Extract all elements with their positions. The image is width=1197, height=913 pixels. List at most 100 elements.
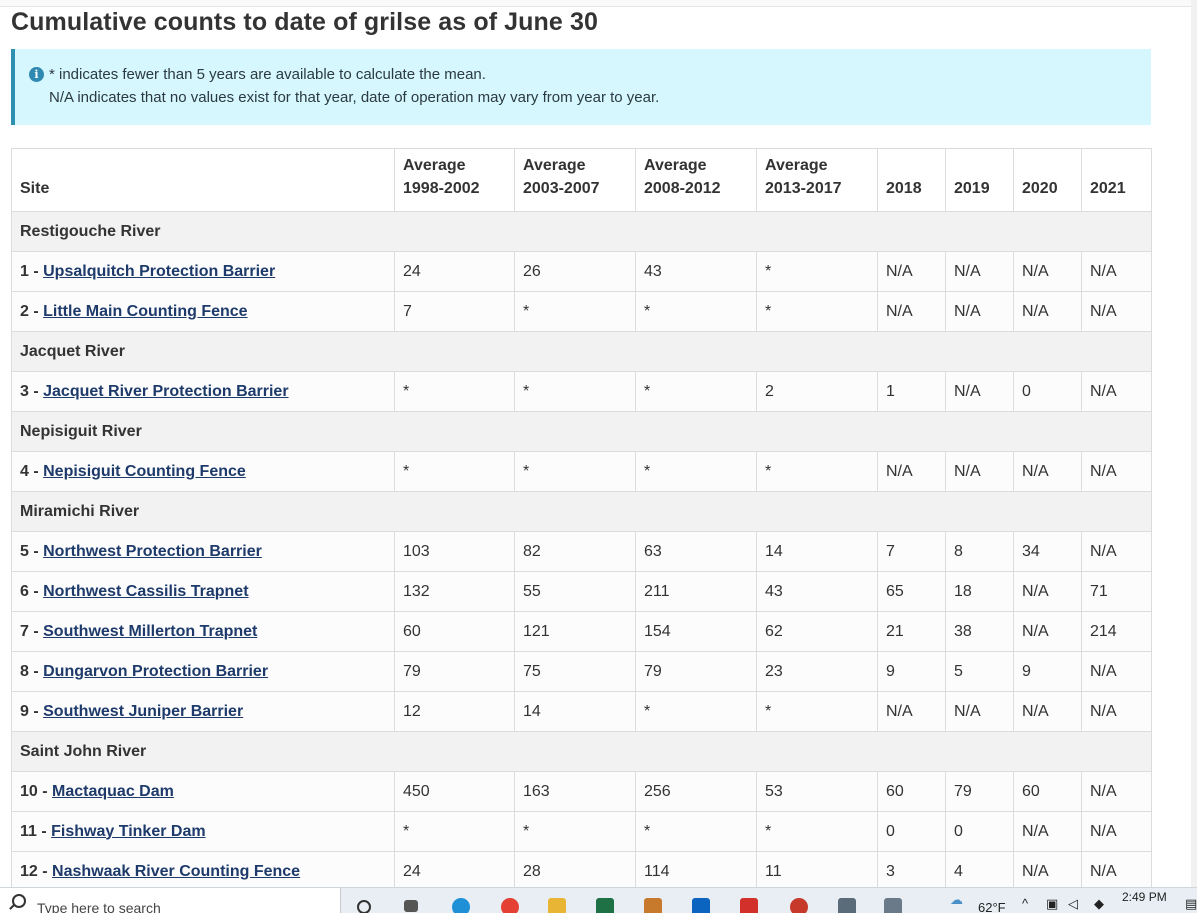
river-group-row: Miramichi River bbox=[11, 491, 1152, 532]
value-cell: N/A bbox=[1081, 451, 1152, 492]
site-cell: 6 - Northwest Cassilis Trapnet bbox=[11, 571, 395, 612]
value-cell: N/A bbox=[1013, 691, 1082, 732]
site-number: 12 - bbox=[20, 862, 53, 880]
value-cell: * bbox=[756, 251, 878, 292]
site-link[interactable]: Northwest Protection Barrier bbox=[43, 543, 262, 560]
notifications-icon[interactable]: ▤ bbox=[1185, 896, 1197, 912]
column-header: Average 2003-2007 bbox=[514, 148, 636, 212]
value-cell: 75 bbox=[514, 651, 636, 692]
value-cell: 214 bbox=[1081, 611, 1152, 652]
value-cell: * bbox=[635, 451, 757, 492]
notice-line-2: N/A indicates that no values exist for t… bbox=[49, 89, 660, 106]
value-cell: 55 bbox=[514, 571, 636, 612]
column-header-line-2: 2013-2017 bbox=[765, 180, 842, 197]
value-cell: * bbox=[394, 811, 515, 852]
taskbar-clock[interactable]: 2:49 PM bbox=[1122, 890, 1167, 904]
edge-icon[interactable] bbox=[452, 898, 470, 913]
table-header-row: Site Average 1998-2002 Average 2003-2007 Aver… bbox=[11, 148, 1152, 212]
value-cell: 12 bbox=[394, 691, 515, 732]
value-cell: N/A bbox=[945, 691, 1014, 732]
value-cell: 79 bbox=[945, 771, 1014, 812]
table-row: 7 - Southwest Millerton Trapnet 60 121 154 6… bbox=[11, 611, 1152, 652]
value-cell: N/A bbox=[1081, 771, 1152, 812]
cortana-icon[interactable] bbox=[357, 900, 371, 913]
value-cell: N/A bbox=[1081, 851, 1152, 892]
value-cell: N/A bbox=[1013, 571, 1082, 612]
value-cell: N/A bbox=[1013, 251, 1082, 292]
taskbar-search-input[interactable]: Type here to search bbox=[37, 900, 161, 913]
table-row: 1 - Upsalquitch Protection Barrier 24 26 43… bbox=[11, 251, 1152, 292]
site-cell: 1 - Upsalquitch Protection Barrier bbox=[11, 251, 395, 292]
site-number: 6 - bbox=[20, 582, 44, 600]
value-cell: 11 bbox=[756, 851, 878, 892]
file-explorer-icon[interactable] bbox=[548, 898, 566, 913]
value-cell: * bbox=[635, 691, 757, 732]
value-cell: * bbox=[514, 291, 636, 332]
site-link[interactable]: Nashwaak River Counting Fence bbox=[52, 863, 300, 880]
value-cell: 9 bbox=[877, 651, 946, 692]
network-icon[interactable]: ▣ bbox=[1046, 896, 1058, 912]
value-cell: 34 bbox=[1013, 531, 1082, 572]
column-header-line-1: Average bbox=[765, 157, 828, 174]
app-icon-2[interactable] bbox=[790, 898, 808, 913]
task-view-icon[interactable] bbox=[404, 900, 418, 912]
value-cell: 2 bbox=[756, 371, 878, 412]
app-icon[interactable] bbox=[644, 898, 662, 913]
site-cell: 7 - Southwest Millerton Trapnet bbox=[11, 611, 395, 652]
dropbox-icon[interactable]: ◆ bbox=[1094, 896, 1104, 912]
site-number: 1 - bbox=[20, 262, 44, 280]
value-cell: 38 bbox=[945, 611, 1014, 652]
value-cell: 3 bbox=[877, 851, 946, 892]
column-header-line-1: Average bbox=[403, 157, 466, 174]
camera-icon[interactable] bbox=[884, 898, 902, 913]
table-row: 2 - Little Main Counting Fence 7 * * * N/A N/A… bbox=[11, 291, 1152, 332]
value-cell: 28 bbox=[514, 851, 636, 892]
weather-icon[interactable]: ☁ bbox=[950, 892, 963, 908]
calculator-icon[interactable] bbox=[838, 898, 856, 913]
value-cell: N/A bbox=[1081, 291, 1152, 332]
outlook-icon[interactable] bbox=[692, 898, 710, 913]
site-link[interactable]: Jacquet River Protection Barrier bbox=[43, 383, 288, 400]
river-group-label: Jacquet River bbox=[11, 331, 1152, 372]
site-link[interactable]: Mactaquac Dam bbox=[52, 783, 174, 800]
value-cell: 7 bbox=[394, 291, 515, 332]
site-cell: 12 - Nashwaak River Counting Fence bbox=[11, 851, 395, 892]
value-cell: 79 bbox=[635, 651, 757, 692]
volume-icon[interactable]: ◁ bbox=[1068, 896, 1078, 912]
value-cell: N/A bbox=[877, 251, 946, 292]
value-cell: 18 bbox=[945, 571, 1014, 612]
column-header: 2018 bbox=[877, 148, 946, 212]
river-group-label: Restigouche River bbox=[11, 211, 1152, 252]
value-cell: N/A bbox=[1013, 451, 1082, 492]
column-header-line-2: 2003-2007 bbox=[523, 180, 600, 197]
site-link[interactable]: Dungarvon Protection Barrier bbox=[43, 663, 268, 680]
site-link[interactable]: Southwest Millerton Trapnet bbox=[43, 623, 257, 640]
taskbar-search[interactable]: Type here to search bbox=[0, 888, 341, 913]
excel-icon[interactable] bbox=[596, 898, 614, 913]
value-cell: * bbox=[514, 811, 636, 852]
column-header-line-2: 1998-2002 bbox=[403, 180, 480, 197]
column-header-line-2: Site bbox=[20, 180, 50, 197]
site-link[interactable]: Southwest Juniper Barrier bbox=[43, 703, 243, 720]
value-cell: N/A bbox=[1013, 611, 1082, 652]
value-cell: 211 bbox=[635, 571, 757, 612]
weather-temp[interactable]: 62°F bbox=[978, 900, 1006, 913]
site-link[interactable]: Upsalquitch Protection Barrier bbox=[43, 263, 275, 280]
scrollbar[interactable] bbox=[1191, 0, 1197, 887]
value-cell: 114 bbox=[635, 851, 757, 892]
site-link[interactable]: Nepisiguit Counting Fence bbox=[43, 463, 246, 480]
river-group-row: Saint John River bbox=[11, 731, 1152, 772]
acrobat-icon[interactable] bbox=[740, 898, 758, 913]
chrome-icon[interactable] bbox=[501, 898, 519, 913]
site-number: 10 - bbox=[20, 782, 53, 800]
value-cell: 53 bbox=[756, 771, 878, 812]
site-link[interactable]: Little Main Counting Fence bbox=[43, 303, 247, 320]
site-number: 11 - bbox=[20, 822, 52, 840]
value-cell: 8 bbox=[945, 531, 1014, 572]
value-cell: 71 bbox=[1081, 571, 1152, 612]
site-link[interactable]: Northwest Cassilis Trapnet bbox=[43, 583, 248, 600]
site-link[interactable]: Fishway Tinker Dam bbox=[51, 823, 205, 840]
chevron-up-icon[interactable]: ^ bbox=[1022, 896, 1028, 911]
column-header-line-1: Average bbox=[523, 157, 586, 174]
value-cell: 1 bbox=[877, 371, 946, 412]
